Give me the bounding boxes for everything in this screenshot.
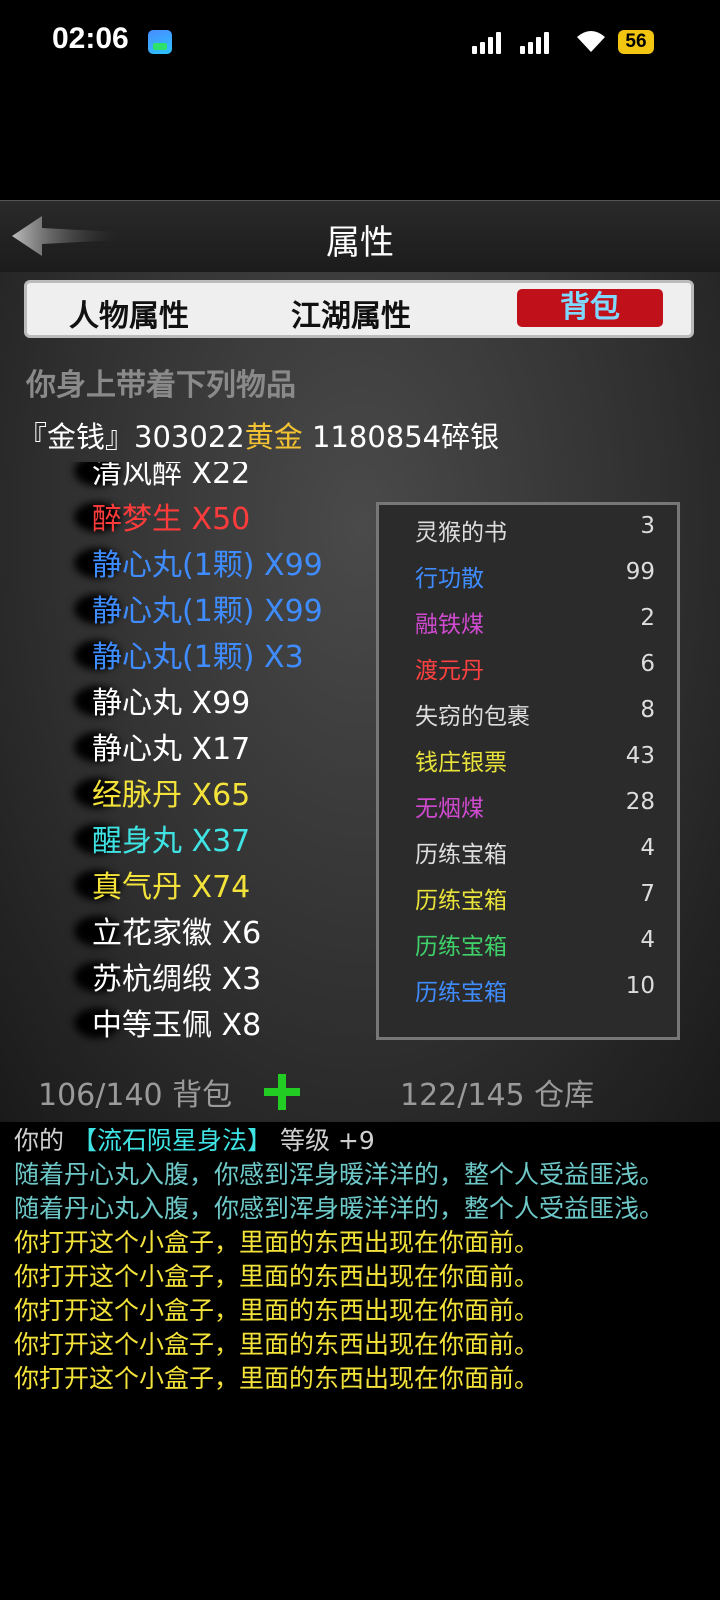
log-line: 你打开这个小盒子，里面的东西出现在你面前。: [14, 1262, 540, 1291]
storage-item-name: 灵猴的书: [415, 520, 507, 546]
storage-item-name: 渡元丹: [415, 658, 484, 684]
storage-item-name: 钱庄银票: [415, 750, 507, 776]
carry-label: 你身上带着下列物品: [26, 368, 296, 403]
log-lines: 随着丹心丸入腹，你感到浑身暖洋洋的，整个人受益匪浅。 随着丹心丸入腹，你感到浑身暖…: [14, 1158, 704, 1396]
bag-item[interactable]: 清风醉 X22: [92, 462, 250, 492]
tab-character-attributes[interactable]: 人物属性: [69, 291, 189, 335]
storage-item-name: 历练宝箱: [415, 934, 507, 960]
bag-item[interactable]: 静心丸(1颗) X99: [92, 586, 323, 630]
tab-bar: 人物属性 江湖属性 背包: [24, 280, 694, 338]
storage-item-name: 历练宝箱: [415, 888, 507, 914]
bag-item[interactable]: 立花家徽 X6: [92, 908, 261, 952]
silver-unit: 碎银: [441, 420, 500, 454]
storage-item-count: 7: [640, 881, 655, 907]
wifi-icon: [577, 31, 605, 52]
log-skill-prefix: 你的: [14, 1126, 65, 1155]
signal-icon: [472, 32, 501, 54]
title-bar: 属性: [0, 200, 720, 274]
bag-item[interactable]: 静心丸(1颗) X3: [92, 632, 304, 676]
gold-amount: 303022: [134, 420, 245, 454]
storage-item-name: 历练宝箱: [415, 980, 507, 1006]
bag-item[interactable]: 静心丸(1颗) X99: [92, 540, 323, 584]
bag-item[interactable]: 苏杭绸缎 X3: [92, 954, 261, 998]
log-line: 你打开这个小盒子，里面的东西出现在你面前。: [14, 1296, 540, 1325]
storage-item-count: 4: [640, 835, 655, 861]
bag-item[interactable]: 醉梦生 X50: [92, 494, 250, 538]
bag-item[interactable]: 静心丸 X99: [92, 678, 250, 722]
storage-panel: 灵猴的书 3 行功散 99 融铁煤 2 渡元丹 6 失窃的包裹 8 钱庄银票 43 无烟煤 28 历练宝箱 4…: [376, 502, 680, 1040]
storage-item-count: 99: [625, 559, 655, 585]
storage-item-name: 行功散: [415, 566, 484, 592]
bag-item-list[interactable]: 清风醉 X22 醉梦生 X50 静心丸(1颗) X99 静心丸(1颗) X99 静心丸(…: [0, 462, 370, 1052]
clock: 02:06: [52, 22, 129, 55]
storage-item-count: 3: [640, 513, 655, 539]
bag-item[interactable]: 中等玉佩 X8: [92, 1000, 261, 1044]
tab-jianghu-attributes[interactable]: 江湖属性: [291, 291, 411, 335]
storage-item-count: 43: [625, 743, 655, 769]
gallery-notification-icon: [148, 30, 172, 54]
storage-item-count: 28: [625, 789, 655, 815]
money-line: 『金钱』303022黄金 1180854碎银: [18, 414, 499, 456]
money-prefix: 『金钱』: [18, 420, 135, 454]
bag-item[interactable]: 醒身丸 X37: [92, 816, 250, 860]
storage-item-count: 6: [640, 651, 655, 677]
log-skill-name: 【流石陨星身法】: [71, 1126, 272, 1155]
storage-item-name: 融铁煤: [415, 612, 484, 638]
expand-bag-plus-icon[interactable]: [262, 1072, 302, 1112]
log-line-skill: 你的 【流石陨星身法】 等级 +9: [14, 1124, 704, 1158]
log-line: 你打开这个小盒子，里面的东西出现在你面前。: [14, 1330, 540, 1359]
log-line: 随着丹心丸入腹，你感到浑身暖洋洋的，整个人受益匪浅。: [14, 1160, 665, 1189]
gold-unit: 黄金: [244, 420, 303, 454]
bag-count: 106/140 背包: [38, 1078, 233, 1113]
bag-item[interactable]: 真气丹 X74: [92, 862, 250, 906]
storage-item-name: 历练宝箱: [415, 842, 507, 868]
storage-item-count: 10: [625, 973, 655, 999]
battery-icon: 56: [618, 30, 654, 54]
bag-item[interactable]: 静心丸 X17: [92, 724, 250, 768]
warehouse-count[interactable]: 122/145 仓库: [400, 1070, 594, 1114]
storage-item-count: 4: [640, 927, 655, 953]
page-title: 属性: [326, 223, 394, 263]
storage-item-count: 8: [640, 697, 655, 723]
log-line: 随着丹心丸入腹，你感到浑身暖洋洋的，整个人受益匪浅。: [14, 1194, 665, 1223]
status-bar: 02:06 56: [0, 0, 720, 90]
silver-amount: 1180854: [311, 420, 442, 454]
storage-item-name: 失窃的包裹: [415, 704, 530, 730]
tab-backpack-label: 背包: [560, 290, 620, 325]
log-line: 你打开这个小盒子，里面的东西出现在你面前。: [14, 1364, 540, 1393]
tab-backpack[interactable]: 背包: [517, 289, 663, 327]
signal-icon-2: [520, 32, 549, 54]
bag-item[interactable]: 经脉丹 X65: [92, 770, 250, 814]
message-log: 你的 【流石陨星身法】 等级 +9 随着丹心丸入腹，你感到浑身暖洋洋的，整个人受…: [14, 1124, 704, 1396]
storage-item-count: 2: [640, 605, 655, 631]
log-skill-suffix: 等级 +9: [279, 1126, 375, 1155]
storage-item-name: 无烟煤: [415, 796, 484, 822]
log-line: 你打开这个小盒子，里面的东西出现在你面前。: [14, 1228, 540, 1257]
